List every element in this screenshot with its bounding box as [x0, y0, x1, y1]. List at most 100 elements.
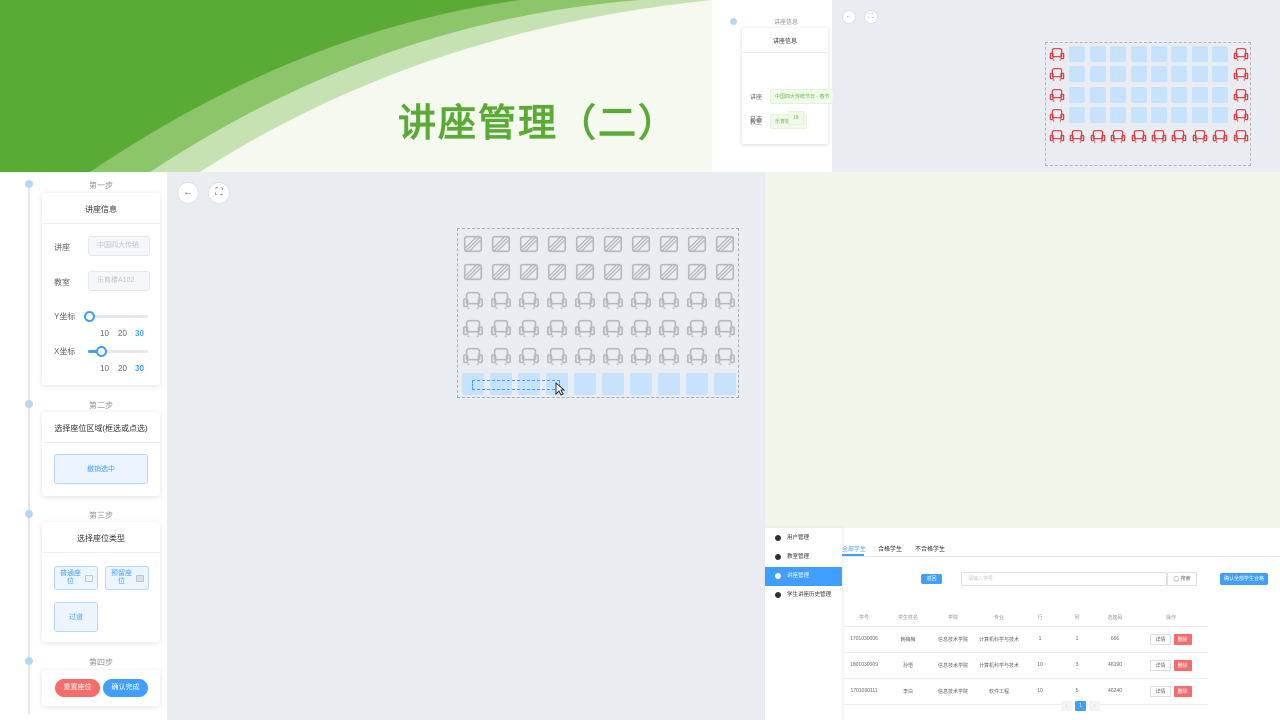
seat[interactable]: [546, 345, 568, 367]
seat[interactable]: [630, 289, 652, 311]
reserved-seat[interactable]: [574, 261, 596, 283]
search-button[interactable]: ◯ 搜索: [1167, 572, 1197, 586]
seat[interactable]: [602, 317, 624, 339]
reserved-seat[interactable]: [714, 233, 736, 255]
cell: 孙悟: [886, 652, 930, 679]
next-page-button[interactable]: ›: [1089, 701, 1100, 711]
reset-seats-button[interactable]: 重置座位: [55, 679, 100, 697]
selected-seat[interactable]: [714, 373, 736, 395]
tab-unqualified-students[interactable]: 不合格学生: [915, 544, 945, 553]
undo-selection-button[interactable]: 撤销选中: [54, 454, 148, 484]
reserved-seat[interactable]: [658, 233, 680, 255]
student-id-search-input[interactable]: 请输入学号: [961, 572, 1167, 586]
reserved-seat[interactable]: [574, 233, 596, 255]
reserved-seat[interactable]: [490, 233, 512, 255]
selected-seat[interactable]: [686, 373, 708, 395]
confirm-complete-button[interactable]: 确认完成: [103, 679, 148, 697]
delete-button[interactable]: 删除: [1173, 659, 1192, 671]
reserved-seat[interactable]: [546, 261, 568, 283]
seat-icon: [491, 347, 511, 366]
y-slider-knob[interactable]: [84, 311, 95, 322]
occupied-seat: [1192, 128, 1208, 144]
seat[interactable]: [602, 289, 624, 311]
seat[interactable]: [602, 345, 624, 367]
seat[interactable]: [462, 289, 484, 311]
seat[interactable]: [686, 289, 708, 311]
selected-seat[interactable]: [574, 373, 596, 395]
seat-grid[interactable]: [457, 228, 739, 398]
reserved-seat[interactable]: [490, 261, 512, 283]
prev-page-button[interactable]: ‹: [1061, 701, 1072, 711]
detail-button[interactable]: 详情: [1150, 633, 1171, 645]
reserved-seat[interactable]: [546, 233, 568, 255]
seat[interactable]: [518, 317, 540, 339]
seat-type-aisle-button[interactable]: 过道: [54, 602, 98, 632]
back-icon[interactable]: ←: [177, 182, 199, 204]
seat[interactable]: [658, 289, 680, 311]
reserved-seat[interactable]: [630, 261, 652, 283]
back-icon[interactable]: ←: [842, 10, 856, 24]
reserved-seat[interactable]: [462, 233, 484, 255]
seat[interactable]: [658, 345, 680, 367]
seat[interactable]: [490, 317, 512, 339]
selected-seat[interactable]: [602, 373, 624, 395]
page-1-button[interactable]: 1: [1075, 701, 1086, 711]
back-button[interactable]: 返回: [921, 574, 942, 584]
fullscreen-icon[interactable]: ⛶: [208, 182, 230, 204]
reserved-seat[interactable]: [462, 261, 484, 283]
seat-type-normal-button[interactable]: 普通座位: [54, 566, 98, 590]
selected-seat: [1130, 66, 1147, 83]
cell: 666: [1096, 626, 1134, 653]
seat[interactable]: [546, 317, 568, 339]
reserved-seat[interactable]: [686, 233, 708, 255]
reserved-seat[interactable]: [714, 261, 736, 283]
lecture-icon: [775, 573, 781, 579]
selected-seat[interactable]: [630, 373, 652, 395]
delete-button[interactable]: 删除: [1173, 685, 1192, 697]
seat[interactable]: [686, 345, 708, 367]
nav-history-management[interactable]: 学生讲座历史管理: [765, 586, 842, 605]
reserved-seat[interactable]: [518, 261, 540, 283]
nav-lecture-management[interactable]: 讲座管理: [765, 567, 842, 586]
timeline-line: [28, 184, 30, 714]
seat[interactable]: [574, 345, 596, 367]
seat[interactable]: [714, 317, 736, 339]
seat[interactable]: [546, 289, 568, 311]
reserved-seat[interactable]: [686, 261, 708, 283]
tab-all-students[interactable]: 全部学生: [842, 544, 866, 553]
seat[interactable]: [686, 317, 708, 339]
seat[interactable]: [462, 317, 484, 339]
cell: 1701030006: [842, 626, 886, 653]
seat[interactable]: [462, 345, 484, 367]
reserved-seat[interactable]: [630, 233, 652, 255]
seat[interactable]: [518, 345, 540, 367]
confirm-all-qualified-button[interactable]: 确认全部学生合格: [1220, 573, 1268, 585]
seat[interactable]: [490, 345, 512, 367]
tab-qualified-students[interactable]: 合格学生: [878, 544, 902, 553]
reserved-seat[interactable]: [518, 233, 540, 255]
seat[interactable]: [574, 317, 596, 339]
seat-type-reserved-button[interactable]: 预留座位: [105, 566, 149, 590]
room-input[interactable]: 乐育楼A102: [88, 271, 150, 291]
selected-seat[interactable]: [658, 373, 680, 395]
detail-button[interactable]: 详情: [1150, 685, 1171, 697]
reserved-seat[interactable]: [658, 261, 680, 283]
seat[interactable]: [630, 345, 652, 367]
nav-user-management[interactable]: 用户管理: [765, 529, 842, 548]
reserved-seat[interactable]: [602, 261, 624, 283]
seat[interactable]: [490, 289, 512, 311]
seat[interactable]: [714, 289, 736, 311]
seat[interactable]: [630, 317, 652, 339]
nav-classroom-management[interactable]: 教室管理: [765, 548, 842, 567]
seat[interactable]: [518, 289, 540, 311]
lecture-input[interactable]: 中国四大传统: [88, 236, 150, 256]
reserved-seat[interactable]: [602, 233, 624, 255]
seat[interactable]: [574, 289, 596, 311]
fullscreen-icon[interactable]: ⛶: [864, 10, 878, 24]
detail-button[interactable]: 详情: [1150, 659, 1171, 671]
seat[interactable]: [714, 345, 736, 367]
seat[interactable]: [658, 317, 680, 339]
delete-button[interactable]: 删除: [1173, 633, 1192, 645]
x-slider-knob[interactable]: [96, 346, 107, 357]
y-slider-track[interactable]: [88, 315, 148, 318]
